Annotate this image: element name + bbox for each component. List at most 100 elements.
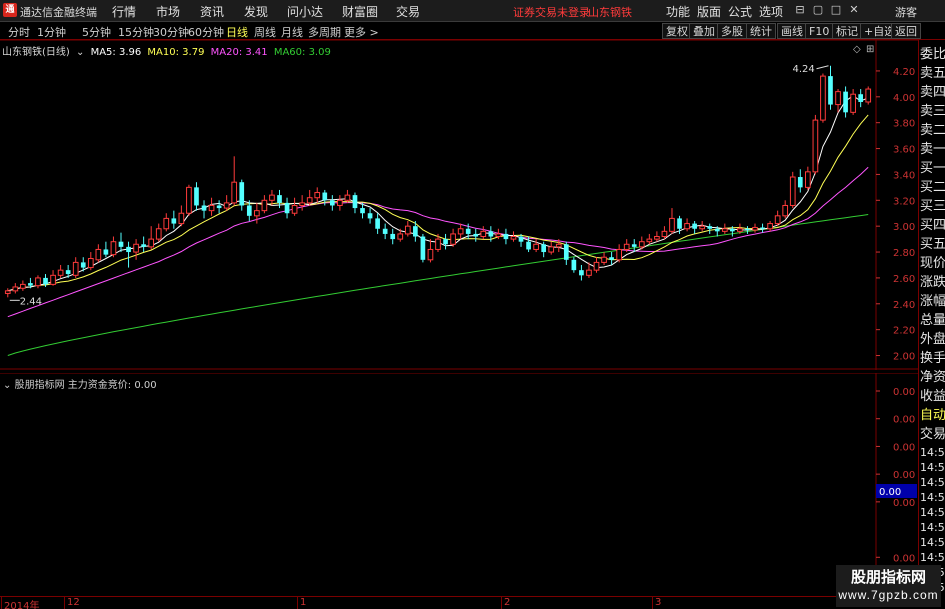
quote-side-panel[interactable]: 委比 卖五 卖四 卖三 卖二 卖一 买一 买二 买三 买四 买五 现价 涨跌 涨… bbox=[918, 40, 945, 600]
period-60min[interactable]: 60分钟 bbox=[188, 24, 224, 40]
date-tick bbox=[1, 597, 2, 609]
candlestick-chart[interactable]: 2.00 2.20 2.40 2.60 2.80 3.00 3.20 3.40 3.60 3.80… bbox=[0, 40, 945, 370]
menu-market[interactable]: 市场 bbox=[156, 3, 180, 20]
candle-body-up bbox=[20, 283, 26, 289]
menu-trade[interactable]: 交易 bbox=[396, 3, 420, 20]
period-5min[interactable]: 5分钟 bbox=[82, 24, 111, 40]
menu-discover[interactable]: 发现 bbox=[244, 3, 268, 20]
stock-title: 山东钢铁(日线) bbox=[2, 47, 70, 58]
period-multi[interactable]: 多周期 bbox=[308, 24, 341, 40]
chevron-down-icon[interactable]: ⌄ bbox=[3, 380, 11, 391]
period-monthly[interactable]: 月线 bbox=[281, 24, 303, 40]
candle-body-up bbox=[299, 202, 305, 206]
indicator-chart[interactable]: 0.000.000.000.000.000.000.00 0.00 bbox=[0, 373, 945, 596]
y-axis-label: 4.00 bbox=[893, 93, 915, 104]
candle-body-down bbox=[367, 213, 373, 219]
candle-body-down bbox=[277, 195, 282, 203]
side-ask1[interactable]: 卖一 bbox=[920, 140, 945, 159]
side-change[interactable]: 涨跌 bbox=[920, 273, 945, 292]
candle-body-up bbox=[774, 215, 781, 225]
side-trade[interactable]: 交易 bbox=[920, 425, 945, 444]
candle-body-up bbox=[510, 236, 517, 240]
menu-news[interactable]: 资讯 bbox=[200, 3, 224, 20]
period-30min[interactable]: 30分钟 bbox=[153, 24, 189, 40]
candle-body-down bbox=[714, 228, 720, 232]
side-ask2[interactable]: 卖二 bbox=[920, 121, 945, 140]
mark-button[interactable]: 标记 bbox=[832, 23, 862, 39]
back-button[interactable]: 返回 bbox=[891, 23, 921, 39]
f10-button[interactable]: F10 bbox=[805, 23, 834, 39]
side-earnings[interactable]: 收益 bbox=[920, 387, 945, 406]
candle-body-up bbox=[435, 238, 441, 250]
side-bid1[interactable]: 买一 bbox=[920, 159, 945, 178]
candle-body-up bbox=[261, 199, 268, 212]
diamond-icon[interactable]: ◇ bbox=[853, 44, 861, 55]
candle-body-up bbox=[12, 286, 19, 292]
user-guest[interactable]: 游客 bbox=[895, 4, 917, 20]
candle-body-down bbox=[171, 218, 177, 224]
period-more[interactable]: 更多 > bbox=[344, 24, 379, 40]
side-volume[interactable]: 总量 bbox=[920, 311, 945, 330]
split-window-icon[interactable]: ⊟ bbox=[794, 3, 806, 17]
period-daily[interactable]: 日线 bbox=[226, 24, 248, 40]
candle-body-up bbox=[427, 248, 434, 261]
side-bid3[interactable]: 买三 bbox=[920, 197, 945, 216]
minimize-icon[interactable]: ▢ bbox=[812, 3, 824, 17]
side-ask4[interactable]: 卖四 bbox=[920, 83, 945, 102]
side-ask3[interactable]: 卖三 bbox=[920, 102, 945, 121]
side-price[interactable]: 现价 bbox=[920, 254, 945, 273]
candle-body-down bbox=[677, 218, 682, 229]
candle-body-up bbox=[186, 186, 192, 214]
period-intraday[interactable]: 分时 bbox=[8, 24, 30, 40]
login-status[interactable]: 证券交易未登录 bbox=[513, 4, 590, 20]
side-turnover[interactable]: 换手 bbox=[920, 349, 945, 368]
period-15min[interactable]: 15分钟 bbox=[118, 24, 154, 40]
overlay-button[interactable]: 叠加 bbox=[689, 23, 719, 39]
side-outer-volume[interactable]: 外盘 bbox=[920, 330, 945, 349]
candle-body-up bbox=[593, 261, 600, 271]
sub-axis-label: 0.00 bbox=[893, 553, 915, 564]
app-logo-icon: 通 bbox=[3, 3, 17, 17]
menu-layout[interactable]: 版面 bbox=[697, 3, 721, 20]
menu-functions[interactable]: 功能 bbox=[666, 3, 690, 20]
close-icon[interactable]: ✕ bbox=[848, 3, 860, 17]
side-auto[interactable]: 自动 bbox=[920, 406, 945, 425]
candle-body-up bbox=[314, 192, 321, 199]
side-change-pct[interactable]: 涨幅 bbox=[920, 292, 945, 311]
candle-body-down bbox=[420, 236, 426, 260]
candle-body-down bbox=[103, 249, 109, 255]
adjust-price-button[interactable]: 复权 bbox=[662, 23, 692, 39]
menu-ask[interactable]: 问小达 bbox=[287, 3, 323, 20]
ma5-line bbox=[7, 95, 869, 292]
candle-body-down bbox=[80, 262, 86, 268]
side-bid5[interactable]: 买五 bbox=[920, 235, 945, 254]
statistics-button[interactable]: 统计 bbox=[746, 23, 776, 39]
sub-axis-label: 0.00 bbox=[893, 498, 915, 509]
candle-body-up bbox=[269, 194, 275, 201]
side-order-ratio[interactable]: 委比 bbox=[920, 45, 945, 64]
date-tick bbox=[652, 597, 653, 609]
multi-stock-button[interactable]: 多股 bbox=[717, 23, 747, 39]
menu-options[interactable]: 选项 bbox=[759, 3, 783, 20]
high-pointer-line bbox=[816, 65, 829, 70]
side-bid4[interactable]: 买四 bbox=[920, 216, 945, 235]
candle-body-down bbox=[518, 236, 524, 242]
draw-line-button[interactable]: 画线 bbox=[777, 23, 807, 39]
candle-body-down bbox=[375, 218, 380, 229]
side-ask5[interactable]: 卖五 bbox=[920, 64, 945, 83]
menu-wealth[interactable]: 财富圈 bbox=[342, 3, 378, 20]
side-bid2[interactable]: 买二 bbox=[920, 178, 945, 197]
chevron-down-icon[interactable]: ⌄ bbox=[76, 47, 84, 58]
y-axis-label: 2.60 bbox=[893, 274, 915, 285]
period-1min[interactable]: 1分钟 bbox=[37, 24, 66, 40]
candle-body-up bbox=[850, 93, 856, 113]
candle-body-up bbox=[163, 217, 170, 230]
options-dots-icon[interactable]: ⊞ bbox=[866, 44, 874, 55]
side-net-assets[interactable]: 净资 bbox=[920, 368, 945, 387]
maximize-icon[interactable]: □ bbox=[830, 3, 842, 17]
period-weekly[interactable]: 周线 bbox=[254, 24, 276, 40]
menu-market-quotes[interactable]: 行情 bbox=[112, 3, 136, 20]
tick-time: 14:56 bbox=[920, 506, 945, 519]
menu-formula[interactable]: 公式 bbox=[728, 3, 752, 20]
date-label: 3 bbox=[655, 597, 662, 608]
